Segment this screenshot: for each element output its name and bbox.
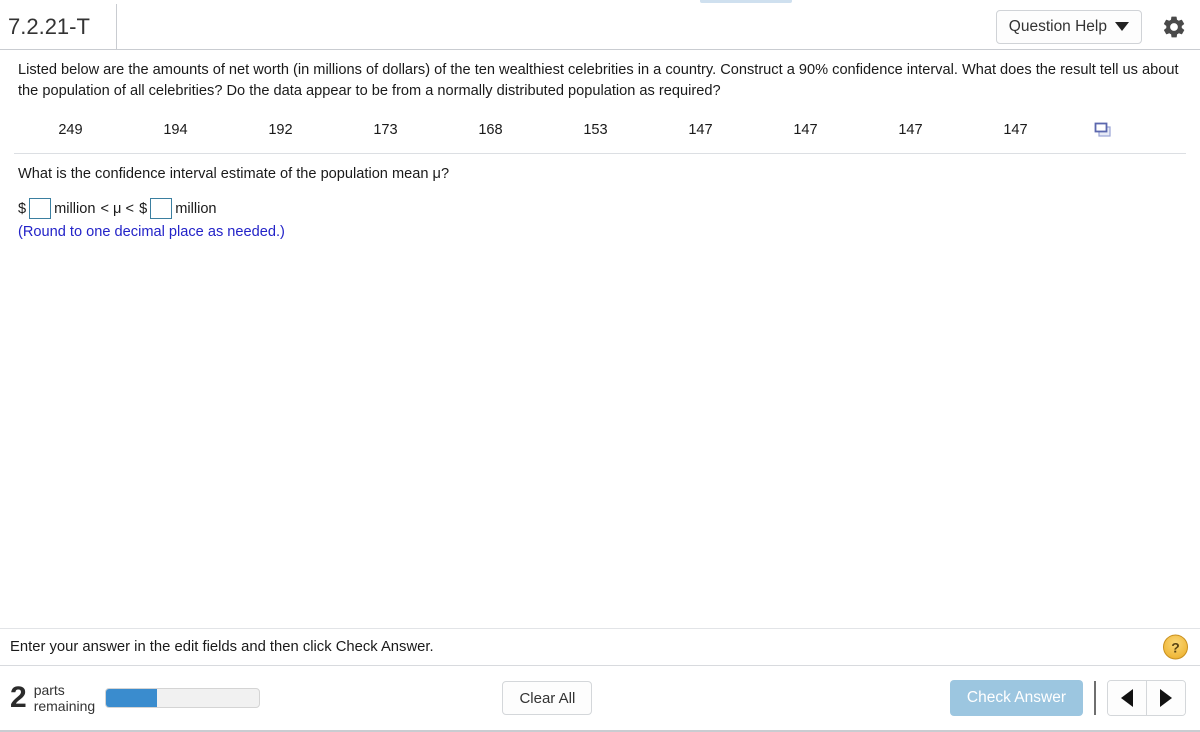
- triangle-left-icon: [1121, 689, 1133, 707]
- open-data-popup-icon[interactable]: [1068, 122, 1138, 138]
- upper-bound-input[interactable]: [150, 198, 173, 220]
- gear-icon[interactable]: [1154, 7, 1194, 47]
- data-cell: 173: [373, 122, 398, 139]
- question-statement: Listed below are the amounts of net wort…: [18, 62, 1179, 99]
- exercise-header: 7.2.21-T Question Help: [0, 3, 1200, 50]
- navigation-buttons: [1107, 680, 1186, 716]
- page-title: 7.2.21-T: [0, 3, 117, 50]
- data-cell: 192: [268, 122, 293, 139]
- answer-prompt: What is the confidence interval estimate…: [18, 166, 450, 183]
- lower-bound-input[interactable]: [29, 198, 52, 220]
- question-help-button[interactable]: Question Help: [995, 9, 1142, 44]
- data-cell: 147: [898, 122, 923, 139]
- parts-remaining-count: 2: [10, 681, 27, 714]
- million-label-left: million: [54, 200, 96, 217]
- parts-remaining-block: 2 parts remaining: [10, 682, 95, 714]
- progress-bar-fill: [106, 689, 157, 707]
- question-help-label: Question Help: [1008, 17, 1107, 35]
- chevron-down-icon: [1115, 22, 1129, 31]
- data-cell: 249: [58, 122, 83, 139]
- data-values-row: 249 194 192 173 168 153 147 147 147 147: [0, 113, 1200, 147]
- data-cell: 147: [793, 122, 818, 139]
- parts-label-line2: remaining: [33, 698, 96, 714]
- instruction-bar: Enter your answer in the edit fields and…: [0, 628, 1200, 666]
- parts-remaining-label: parts remaining: [34, 682, 95, 714]
- question-body: Listed below are the amounts of net wort…: [0, 50, 1200, 628]
- clear-all-button[interactable]: Clear All: [502, 681, 593, 715]
- help-question-icon[interactable]: ?: [1163, 634, 1188, 660]
- dollar-sign-right: $: [139, 200, 148, 217]
- rounding-note: (Round to one decimal place as needed.): [18, 224, 285, 241]
- data-cell: 168: [478, 122, 503, 139]
- million-label-right: million: [175, 200, 217, 217]
- data-cell: 194: [163, 122, 188, 139]
- triangle-right-icon: [1160, 689, 1172, 707]
- parts-label-line1: parts: [33, 681, 65, 698]
- data-cell: 147: [688, 122, 713, 139]
- progress-bar: [105, 688, 261, 708]
- exercise-footer: 2 parts remaining Clear All Check Answer: [0, 666, 1200, 732]
- next-question-button[interactable]: [1146, 681, 1185, 715]
- data-cell: 153: [583, 122, 608, 139]
- dollar-sign-left: $: [18, 200, 27, 217]
- previous-question-button[interactable]: [1108, 681, 1146, 715]
- check-answer-button[interactable]: Check Answer: [949, 680, 1083, 716]
- tab-stub: [700, 0, 792, 3]
- instruction-text: Enter your answer in the edit fields and…: [10, 639, 434, 655]
- answer-input-line: $ million < μ < $ million: [0, 182, 1200, 220]
- footer-divider: [1094, 681, 1096, 715]
- data-cell: 147: [1003, 122, 1028, 139]
- inequality-label: < μ <: [100, 200, 135, 217]
